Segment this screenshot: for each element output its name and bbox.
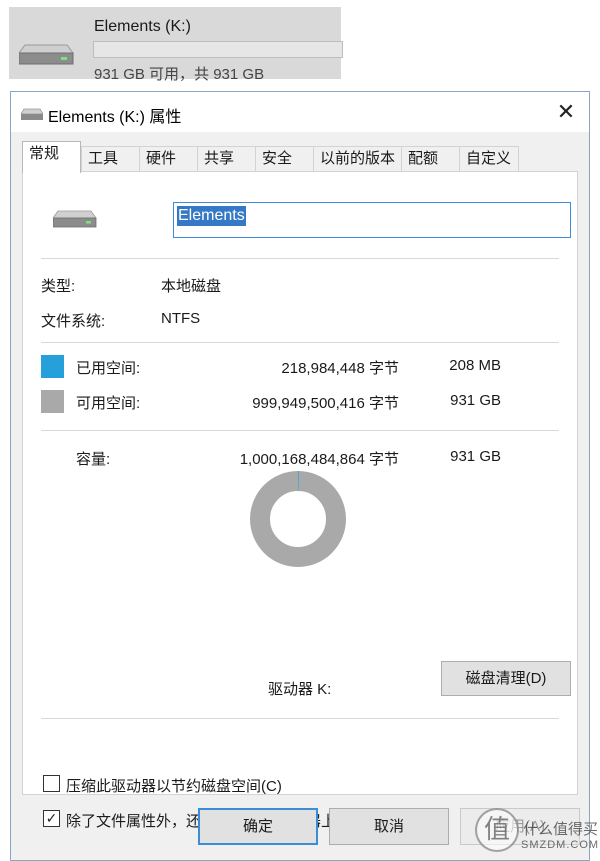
ring-free-segment	[250, 471, 346, 567]
tab-strip: 常规 工具 硬件 共享 安全 以前的版本 配额 自定义	[22, 141, 582, 173]
dialog-title: Elements (K:) 属性	[48, 109, 182, 126]
hard-drive-icon	[19, 44, 74, 65]
capacity-bytes: 1,000,168,484,864 字节	[239, 451, 399, 468]
volume-name-selection: Elements	[177, 206, 246, 226]
filesystem-value: NTFS	[161, 310, 201, 327]
used-space-bytes: 218,984,448 字节	[281, 360, 399, 377]
divider	[41, 718, 559, 719]
tab-tools[interactable]: 工具	[81, 146, 140, 172]
divider	[41, 342, 559, 343]
used-space-swatch	[41, 355, 64, 378]
drive-icon	[53, 210, 97, 228]
compress-checkbox[interactable]	[43, 775, 60, 792]
tab-previous-versions[interactable]: 以前的版本	[313, 146, 402, 172]
used-space-size: 208 MB	[449, 357, 501, 374]
title-bar[interactable]: Elements (K:) 属性 ✕	[11, 92, 589, 132]
capacity-size: 931 GB	[450, 448, 501, 465]
free-space-size: 931 GB	[450, 392, 501, 409]
properties-dialog: Elements (K:) 属性 ✕ 常规 工具 硬件 共享 安全 以前的版本 …	[10, 91, 590, 861]
ok-button[interactable]: 确定	[198, 808, 318, 845]
disk-usage-ring	[250, 471, 346, 567]
drive-letter-label: 驱动器 K:	[268, 681, 332, 698]
watermark-logo-icon: 值	[475, 808, 519, 852]
tab-sharing[interactable]: 共享	[197, 146, 256, 172]
compress-label[interactable]: 压缩此驱动器以节约磁盘空间(C)	[66, 775, 282, 796]
disk-cleanup-button[interactable]: 磁盘清理(D)	[441, 661, 571, 696]
tab-customize[interactable]: 自定义	[459, 146, 519, 172]
drive-usage-bar	[93, 41, 343, 58]
tab-general[interactable]: 常规	[22, 141, 81, 173]
close-button[interactable]: ✕	[551, 98, 581, 126]
general-panel: Elements 类型: 本地磁盘 文件系统: NTFS 已用空间: 218,9…	[22, 171, 578, 830]
tab-hardware[interactable]: 硬件	[139, 146, 198, 172]
capacity-label: 容量:	[76, 451, 111, 468]
drive-small-icon	[21, 108, 43, 120]
used-space-label: 已用空间:	[76, 360, 141, 377]
drive-tile[interactable]: Elements (K:) 931 GB 可用，共 931 GB	[9, 7, 343, 83]
watermark-text: 什么值得买	[523, 821, 599, 838]
drive-name: Elements (K:)	[94, 18, 191, 35]
divider	[41, 430, 559, 431]
type-value: 本地磁盘	[161, 278, 222, 295]
watermark-subtext: SMZDM.COM	[521, 839, 600, 851]
tab-security[interactable]: 安全	[255, 146, 314, 172]
cancel-button[interactable]: 取消	[329, 808, 449, 845]
free-space-label: 可用空间:	[76, 395, 141, 412]
free-space-bytes: 999,949,500,416 字节	[252, 395, 399, 412]
divider	[41, 258, 559, 259]
drive-free-text: 931 GB 可用，共 931 GB	[94, 66, 265, 83]
filesystem-label: 文件系统:	[41, 313, 106, 330]
index-checkbox[interactable]: ✓	[43, 810, 60, 827]
type-label: 类型:	[41, 278, 76, 295]
free-space-swatch	[41, 390, 64, 413]
tab-quota[interactable]: 配额	[401, 146, 460, 172]
